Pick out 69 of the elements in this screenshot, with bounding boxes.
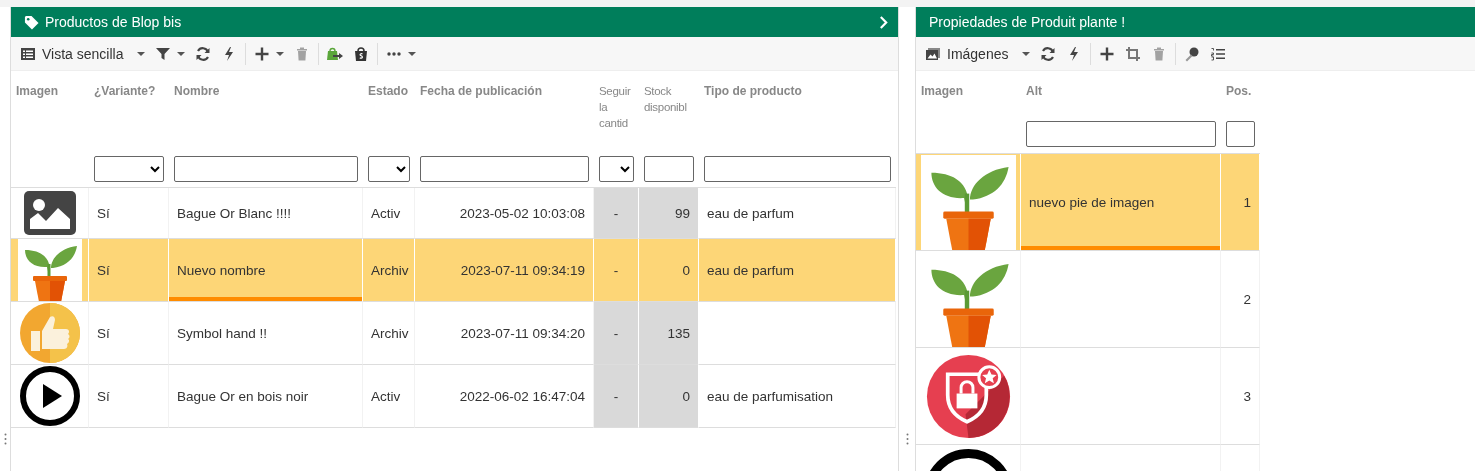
bag-arrow-icon [327, 45, 344, 62]
caret-icon [137, 51, 146, 56]
filter-field[interactable] [1226, 121, 1255, 147]
caret-icon [177, 51, 186, 56]
table-cell: nuevo pie de imagen [1021, 154, 1221, 251]
plus-icon [1099, 45, 1116, 62]
column-header[interactable]: Fecha de publicación [420, 83, 591, 99]
panel-title: Propiedades de Produit plante ! [929, 14, 1126, 30]
key-icon [1184, 45, 1201, 62]
table-cell: Nuevo nombre [169, 239, 363, 302]
caret-icon [408, 51, 417, 56]
plus-icon [254, 45, 271, 62]
table-cell: - [594, 365, 639, 428]
table-cell: Sí [89, 365, 169, 428]
table-cell: Symbol hand !! [169, 302, 363, 365]
table-cell: 99 [639, 188, 699, 239]
table-cell: Bague Or en bois noir [169, 365, 363, 428]
table-cell: 0 [639, 365, 699, 428]
column-header[interactable]: Nombre [174, 83, 360, 99]
resize-handle-icon[interactable] [3, 433, 7, 445]
filter-field[interactable] [174, 156, 358, 182]
table-cell: 0 [639, 239, 699, 302]
image-icon [925, 45, 941, 62]
table-cell: 135 [639, 302, 699, 365]
ordered-list-icon [1210, 45, 1227, 62]
column-header[interactable]: ¿Variante? [94, 83, 166, 99]
filter-select[interactable] [599, 156, 634, 182]
resize-handle-icon[interactable] [905, 433, 909, 445]
table-cell: 2 [1221, 251, 1260, 348]
more-icon [386, 51, 403, 56]
panel-title: Productos de Blop bis [45, 14, 182, 30]
table-cell: Archiv [363, 239, 415, 302]
shopping-bag-icon [353, 45, 370, 62]
chevron-right-icon[interactable] [879, 15, 888, 29]
table-cell: Sí [89, 239, 169, 302]
caret-icon [276, 51, 285, 56]
filter-field[interactable] [420, 156, 589, 182]
column-header[interactable]: Seguir la cantid [599, 83, 636, 131]
view-button[interactable]: Vista sencilla [15, 39, 151, 68]
caret-icon [1022, 51, 1031, 56]
column-header[interactable]: Alt [1026, 83, 1218, 99]
filter-field[interactable] [644, 156, 694, 182]
filter-select[interactable] [368, 156, 410, 182]
column-header[interactable]: Stock disponibl [644, 83, 696, 115]
table-cell: 1 [1221, 154, 1260, 251]
table-cell: eau de parfum [699, 239, 896, 302]
column-header[interactable]: Tipo de producto [704, 83, 893, 99]
table-cell: 2023-07-11 09:34:19 [415, 239, 594, 302]
table-cell: - [594, 302, 639, 365]
images-button[interactable]: Imágenes [920, 39, 1036, 68]
filter-field[interactable] [704, 156, 891, 182]
filter-field[interactable] [1026, 121, 1216, 147]
refresh-icon [195, 45, 212, 62]
table-cell: Archiv [363, 302, 415, 365]
table-cell: eau de parfumisation [699, 365, 896, 428]
crop-icon [1125, 45, 1142, 62]
table-icon [20, 45, 36, 62]
table-cell: Sí [89, 302, 169, 365]
column-header[interactable]: Imagen [16, 83, 86, 99]
column-header[interactable]: Pos. [1226, 83, 1257, 99]
table-cell: - [594, 188, 639, 239]
column-header[interactable]: Imagen [921, 83, 1018, 99]
refresh-icon [1040, 45, 1057, 62]
table-cell: Activ [363, 365, 415, 428]
table-cell: - [594, 239, 639, 302]
table-cell: 3 [1221, 348, 1260, 445]
column-header[interactable]: Estado [368, 83, 412, 99]
filter-icon [155, 45, 172, 62]
tag-icon [24, 14, 39, 30]
